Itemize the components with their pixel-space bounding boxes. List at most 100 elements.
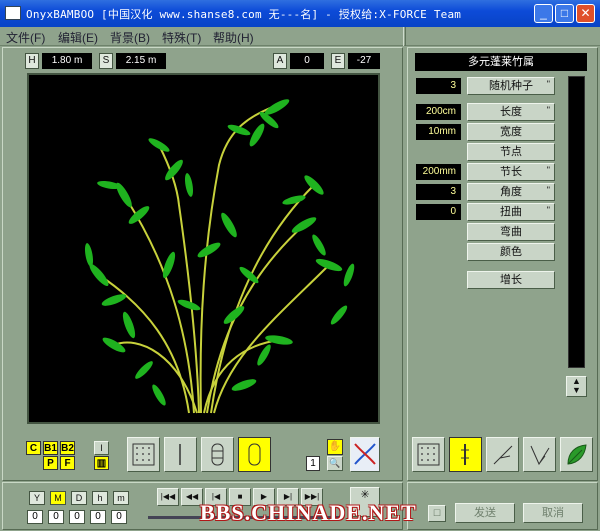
- time-day-value[interactable]: 0: [69, 510, 85, 524]
- culm-icon: [461, 444, 469, 465]
- time-month-value[interactable]: 0: [48, 510, 64, 524]
- dots-icon: [132, 443, 155, 466]
- width-value[interactable]: 10mm: [416, 124, 461, 140]
- line-icon: [179, 444, 181, 465]
- time-day-label: D: [71, 491, 87, 505]
- leaf-icon: [567, 444, 587, 465]
- toggle-f[interactable]: F: [60, 456, 75, 470]
- toggle-b2[interactable]: B2: [60, 441, 75, 455]
- menu-help[interactable]: 帮助(H): [213, 29, 254, 46]
- angle-button[interactable]: 角度 ": [467, 183, 555, 201]
- toggle-c[interactable]: C: [26, 441, 41, 455]
- seed-marker: ": [546, 79, 550, 89]
- toggle-b1[interactable]: B1: [43, 441, 58, 455]
- time-year-value[interactable]: 0: [27, 510, 43, 524]
- twig-icon: [530, 445, 550, 466]
- time-minute-label: m: [113, 491, 129, 505]
- azimuth-label: A: [273, 53, 287, 69]
- length-label: 长度: [500, 106, 522, 118]
- segments-icon: [211, 443, 224, 466]
- seed-button[interactable]: 随机种子 ": [467, 77, 555, 95]
- magnifier-icon: 🔍: [329, 458, 341, 468]
- watermark-text: BBS.CHINADE.NET: [200, 500, 417, 525]
- bamboo-render: [84, 99, 355, 414]
- color-button[interactable]: 颜色: [467, 243, 555, 261]
- checkbox-button[interactable]: ☐: [428, 505, 446, 522]
- maximize-button[interactable]: □: [555, 4, 574, 23]
- send-button[interactable]: 发送: [455, 503, 515, 523]
- zoom-button[interactable]: 🔍: [327, 456, 343, 471]
- angle-marker: ": [546, 185, 550, 195]
- species-name[interactable]: 多元蓬莱竹属: [415, 53, 587, 71]
- menu-special[interactable]: 特殊(T): [162, 29, 201, 46]
- mode-texture-button[interactable]: [412, 437, 445, 472]
- twist-value[interactable]: 0: [416, 204, 461, 220]
- menu-edit[interactable]: 编辑(E): [58, 29, 98, 46]
- dna-button[interactable]: [350, 437, 380, 472]
- seed-label: 随机种子: [489, 80, 533, 92]
- mode-leaf-button[interactable]: [560, 437, 593, 472]
- length-marker: ": [546, 105, 550, 115]
- menu-file[interactable]: 文件(F): [6, 29, 45, 46]
- internode-label: 节长: [500, 166, 522, 178]
- time-month-label[interactable]: M: [50, 491, 66, 505]
- time-hour-label: h: [92, 491, 108, 505]
- seed-value[interactable]: 3: [416, 78, 461, 94]
- render-segments-button[interactable]: [201, 437, 234, 472]
- width-label: 宽度: [500, 126, 522, 138]
- length-value[interactable]: 200cm: [416, 104, 461, 120]
- elevation-label: E: [331, 53, 345, 69]
- menu-bar: 文件(F) 编辑(E) 背景(B) 特殊(T) 帮助(H): [0, 27, 600, 46]
- angle-value[interactable]: 3: [416, 184, 461, 200]
- grow-button[interactable]: 增长: [467, 271, 555, 289]
- length-button[interactable]: 长度 ": [467, 103, 555, 121]
- twist-marker: ": [546, 205, 550, 215]
- spread-value[interactable]: 2.15 m: [116, 53, 166, 69]
- slider-arrows[interactable]: ▲ ▼: [566, 376, 587, 397]
- mode-twig-button[interactable]: [523, 437, 556, 472]
- azimuth-value[interactable]: 0: [290, 53, 324, 69]
- elevation-value[interactable]: -27: [348, 53, 380, 69]
- twist-label: 扭曲: [500, 206, 522, 218]
- app-icon: [5, 6, 21, 20]
- twist-button[interactable]: 扭曲 ": [467, 203, 555, 221]
- height-value[interactable]: 1.80 m: [42, 53, 92, 69]
- branch-icon: [493, 445, 513, 465]
- texture-icon: [417, 443, 440, 466]
- width-button[interactable]: 宽度: [467, 123, 555, 141]
- title-bar: OnyxBAMBOO [中国汉化 www.shanse8.com 无---名] …: [0, 0, 600, 27]
- menu-divider: [403, 27, 406, 46]
- pan-hand-button[interactable]: ✋: [327, 439, 343, 455]
- height-label: H: [25, 53, 39, 69]
- cancel-button[interactable]: 取消: [523, 503, 583, 523]
- first-frame-button[interactable]: |◀◀: [157, 488, 179, 506]
- vertical-slider-track[interactable]: [568, 76, 585, 368]
- time-minute-value[interactable]: 0: [111, 510, 127, 524]
- render-viewport[interactable]: [27, 73, 380, 424]
- internode-button[interactable]: 节长 ": [467, 163, 555, 181]
- time-hour-value[interactable]: 0: [90, 510, 106, 524]
- toggle-p[interactable]: P: [43, 456, 58, 470]
- spread-label: S: [99, 53, 113, 69]
- zoom-value[interactable]: 1: [306, 456, 320, 471]
- dna-icon: [354, 443, 376, 465]
- window-title: OnyxBAMBOO [中国汉化 www.shanse8.com 无---名] …: [26, 8, 462, 21]
- internode-marker: ": [546, 165, 550, 175]
- render-solid-button[interactable]: [238, 437, 271, 472]
- time-year-label: Y: [29, 491, 45, 505]
- close-button[interactable]: ✕: [576, 4, 595, 23]
- mode-branch-button[interactable]: [486, 437, 519, 472]
- internode-value[interactable]: 200mm: [416, 164, 461, 180]
- node-label: 节点: [500, 146, 522, 158]
- mode-culm-button[interactable]: [449, 437, 482, 472]
- menu-background[interactable]: 背景(B): [110, 29, 150, 46]
- render-line-button[interactable]: [164, 437, 197, 472]
- angle-label: 角度: [500, 186, 522, 198]
- node-button[interactable]: 节点: [467, 143, 555, 161]
- render-dots-button[interactable]: [127, 437, 160, 472]
- toggle-i[interactable]: I: [94, 441, 109, 455]
- bend-button[interactable]: 弯曲: [467, 223, 555, 241]
- minimize-button[interactable]: _: [534, 4, 553, 23]
- cylinder-icon: [248, 443, 261, 466]
- ground-toggle[interactable]: ▥: [94, 456, 109, 470]
